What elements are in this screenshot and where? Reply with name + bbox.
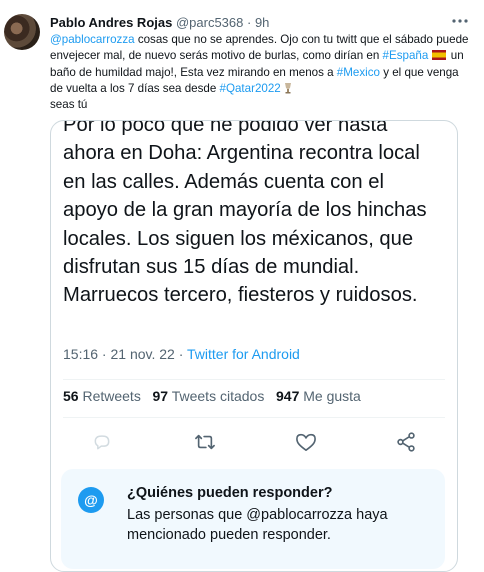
- tweet: Pablo Andres Rojas @parc5368 · 9h @pablo…: [0, 0, 484, 572]
- header-separator: ·: [246, 15, 252, 30]
- divider: [63, 379, 445, 380]
- action-bar: [51, 427, 457, 457]
- retweet-icon[interactable]: [190, 427, 220, 457]
- source-link[interactable]: Twitter for Android: [187, 346, 300, 362]
- at-sign-icon: @: [78, 487, 104, 513]
- quoted-tweet-stats: 56 Retweets 97 Tweets citados 947 Me gus…: [63, 388, 361, 404]
- trophy-emoji-icon: [284, 82, 292, 94]
- likes-stat[interactable]: 947 Me gusta: [276, 388, 361, 404]
- tweet-time[interactable]: 9h: [255, 15, 269, 30]
- retweets-label: Retweets: [78, 388, 141, 404]
- author-handle[interactable]: @parc5368: [176, 15, 243, 30]
- heart-icon[interactable]: [291, 427, 321, 457]
- likes-label: Me gusta: [299, 388, 361, 404]
- share-icon[interactable]: [391, 427, 421, 457]
- hashtag-mexico[interactable]: #Mexico: [337, 66, 380, 79]
- reply-restriction-title: ¿Quiénes pueden responder?: [127, 485, 333, 501]
- hashtag-espana[interactable]: #España: [383, 49, 429, 62]
- spain-flag-icon: [431, 50, 446, 61]
- quotes-label: Tweets citados: [168, 388, 265, 404]
- author-name[interactable]: Pablo Andres Rojas: [50, 15, 172, 30]
- mention-link[interactable]: @pablocarrozza: [50, 33, 135, 46]
- retweets-stat[interactable]: 56 Retweets: [63, 388, 141, 404]
- quoted-tweet-card[interactable]: Por lo poco que he podido ver hasta ahor…: [50, 120, 458, 572]
- avatar[interactable]: [4, 14, 40, 50]
- quoted-tweet-text: Por lo poco que he podido ver hasta ahor…: [63, 120, 427, 307]
- reply-icon[interactable]: [87, 427, 117, 457]
- reply-restriction-box: @ ¿Quiénes pueden responder? Las persona…: [61, 469, 445, 569]
- quotes-count: 97: [152, 388, 169, 404]
- quoted-tweet-timestamp: 15:16 · 21 nov. 22 · Twitter for Android: [63, 346, 300, 362]
- more-horizontal-icon[interactable]: [449, 12, 471, 30]
- divider: [63, 417, 445, 418]
- likes-count: 947: [276, 388, 300, 404]
- reply-restriction-description: Las personas que @pablocarrozza haya men…: [127, 507, 388, 543]
- hashtag-qatar[interactable]: #Qatar2022: [220, 82, 281, 95]
- tweet-header: Pablo Andres Rojas @parc5368 · 9h: [50, 15, 269, 30]
- quotes-stat[interactable]: 97 Tweets citados: [153, 388, 265, 404]
- tweet-text-part: seas tú: [50, 98, 88, 112]
- quoted-time[interactable]: 15:16 · 21 nov. 22 ·: [63, 346, 187, 362]
- retweets-count: 56: [63, 388, 79, 404]
- tweet-text: @pablocarrozza cosas que no se aprendes.…: [50, 32, 470, 113]
